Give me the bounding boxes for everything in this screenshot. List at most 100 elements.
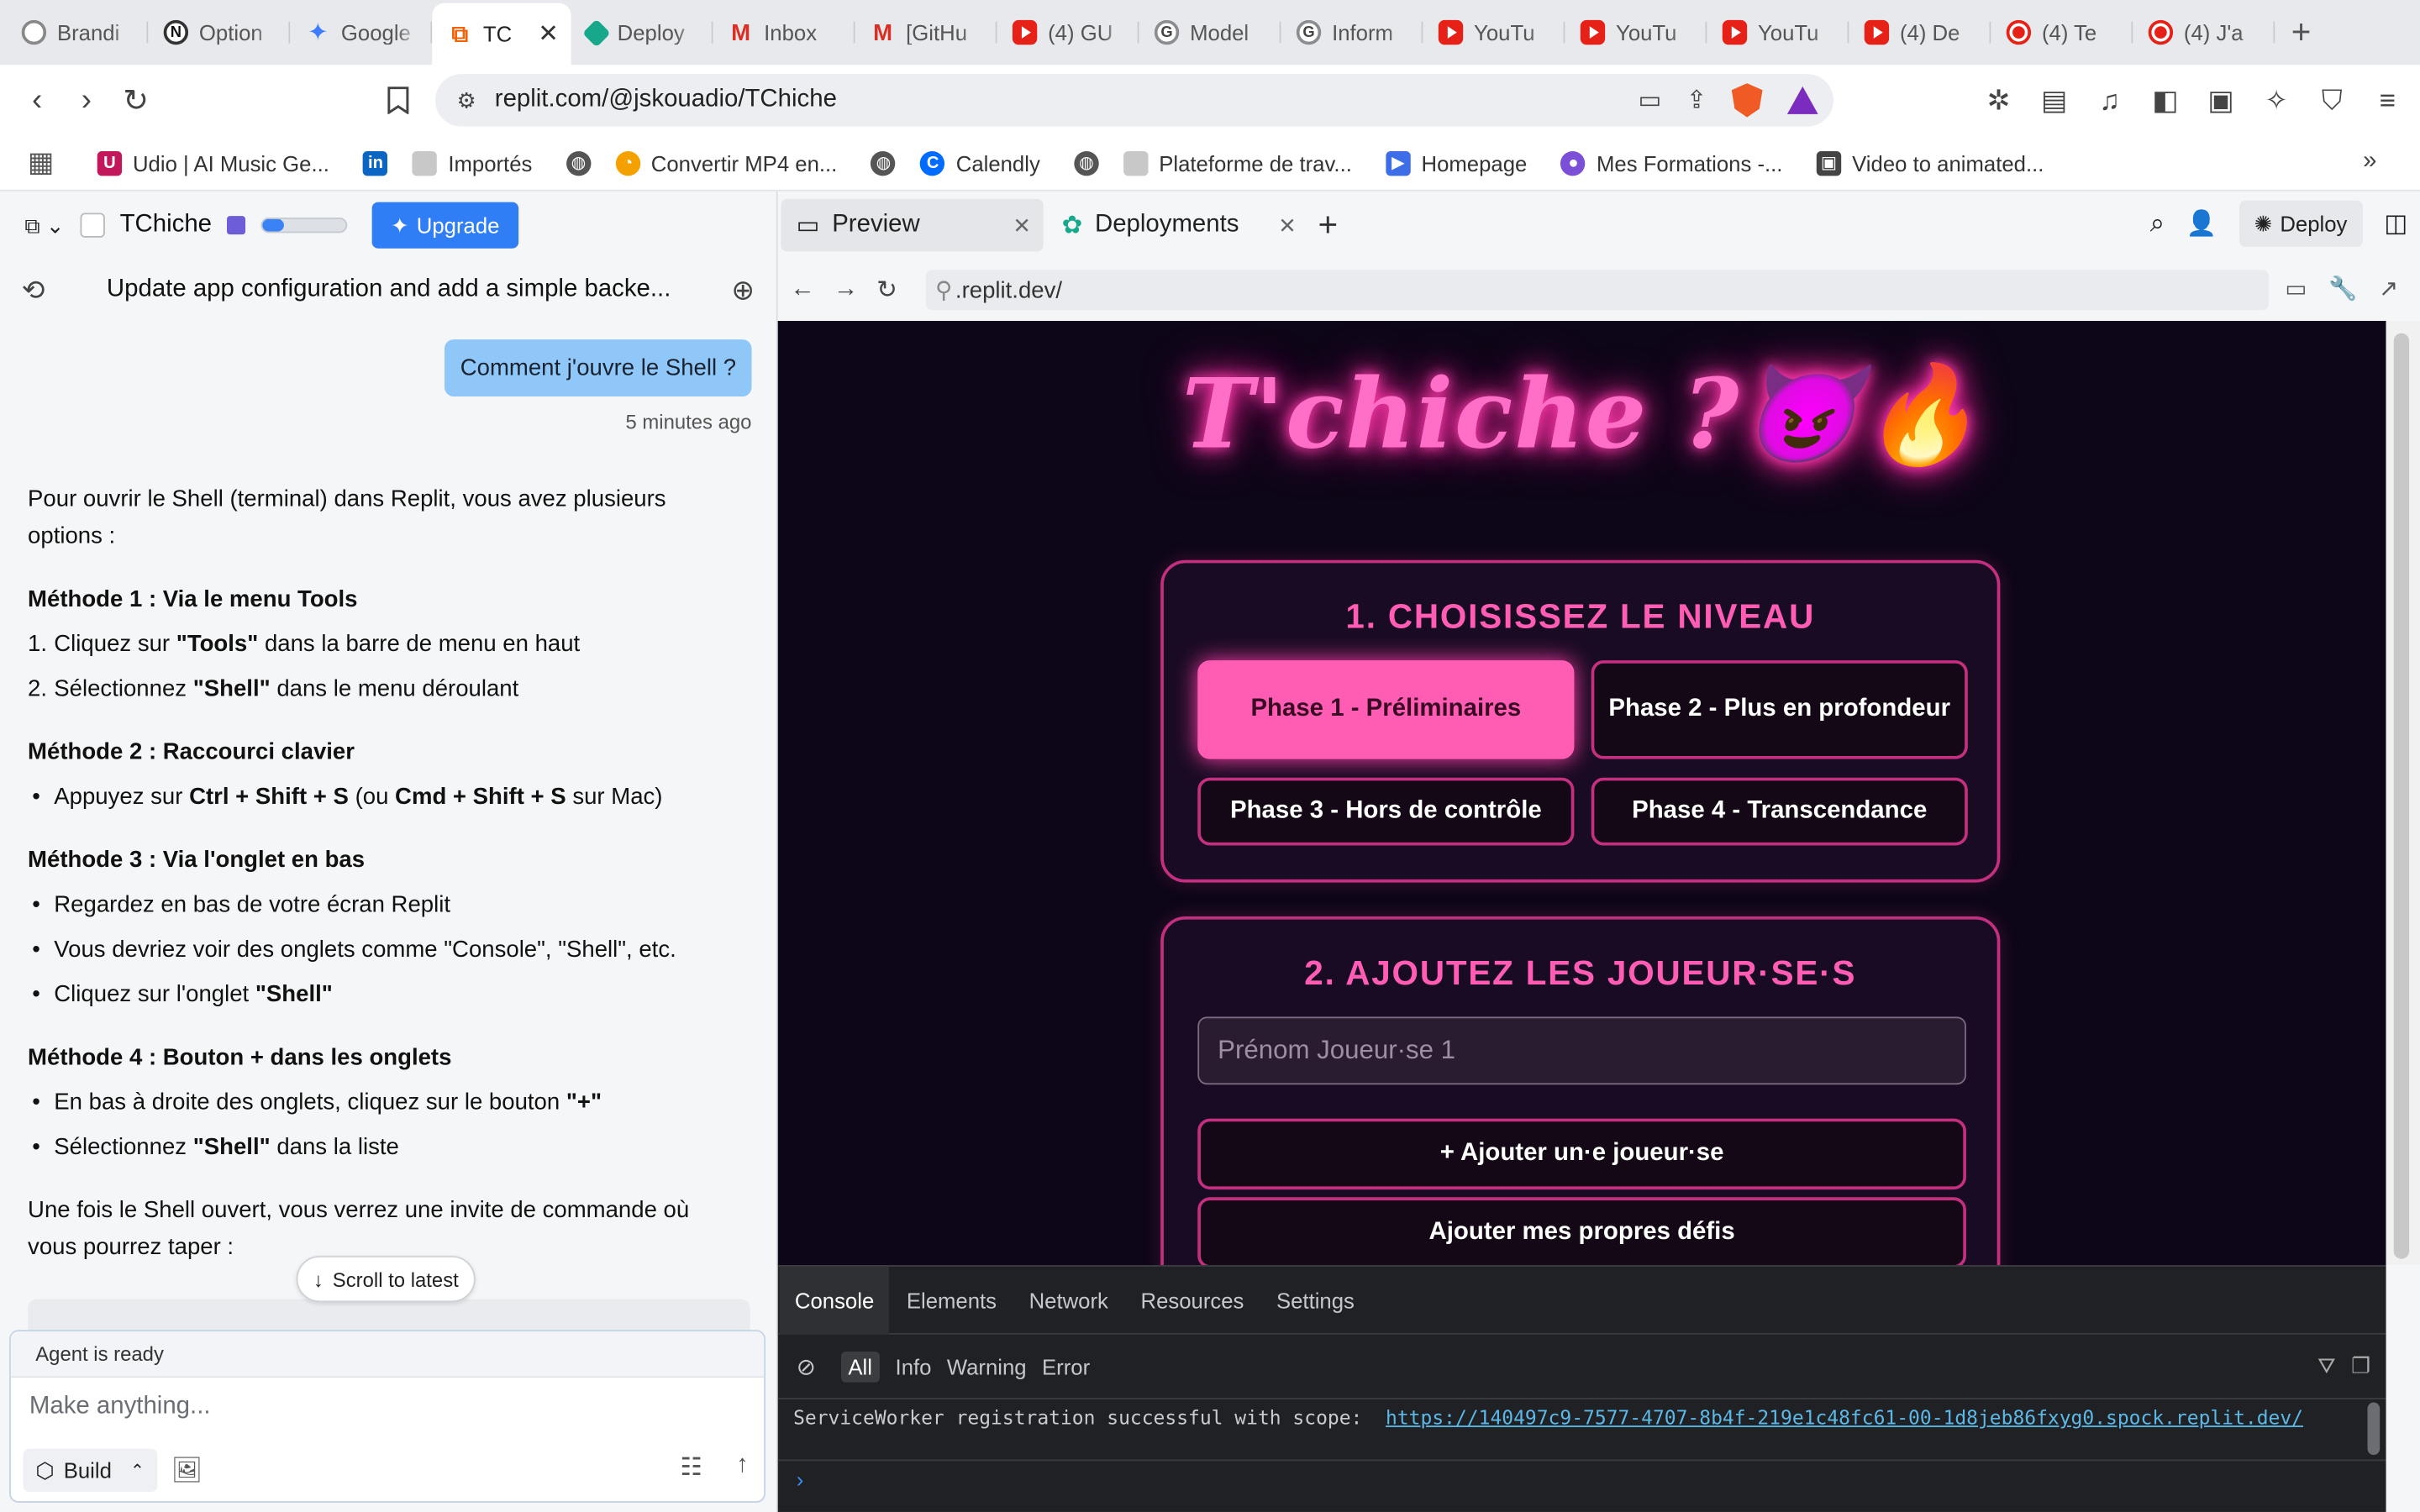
clear-console-icon[interactable]: ⊘ xyxy=(797,1352,816,1380)
tab-preview[interactable]: ▭ Preview ✕ xyxy=(781,198,1044,252)
history-icon[interactable]: ⟲ xyxy=(22,274,45,307)
bookmark-item[interactable]: ▶ Homepage xyxy=(1386,150,1527,176)
tab-resources[interactable]: Resources xyxy=(1125,1266,1260,1334)
reader-icon[interactable]: ▤ xyxy=(2037,84,2070,117)
preview-url[interactable]: ⚲ .replit.dev/ xyxy=(926,270,2269,311)
browser-tab[interactable]: (4) J'a xyxy=(2133,6,2275,58)
close-icon[interactable]: ✕ xyxy=(1278,213,1297,239)
filter-icon[interactable]: ⛛ xyxy=(2317,1353,2336,1379)
tab-network[interactable]: Network xyxy=(1013,1266,1123,1334)
build-mode-button[interactable]: ⬡ Build ⌃ xyxy=(23,1448,157,1493)
replit-menu-icon[interactable]: ⧉ ⌄ xyxy=(24,213,64,239)
site-settings-icon[interactable]: ⚙ xyxy=(457,87,476,113)
phase-2-button[interactable]: Phase 2 - Plus en profondeur xyxy=(1591,660,1968,759)
wrench-icon[interactable]: 🔧 xyxy=(2328,275,2357,302)
address-url[interactable]: replit.com/@jskouadio/TChiche xyxy=(495,87,837,114)
browser-tab-active[interactable]: ⧉ TC ✕ xyxy=(432,3,571,66)
invite-user-icon[interactable]: 👤 xyxy=(2186,208,2217,239)
filter-warning[interactable]: Warning xyxy=(947,1354,1027,1378)
send-arrow-icon[interactable]: ↑ xyxy=(736,1452,749,1483)
filter-info[interactable]: Info xyxy=(896,1354,932,1378)
browser-tab[interactable]: Brandi xyxy=(6,6,149,58)
new-tab-button[interactable]: + xyxy=(2275,6,2327,58)
search-icon[interactable]: ⌕ xyxy=(2150,208,2165,239)
wallet-icon[interactable]: ▣ xyxy=(2204,84,2238,117)
add-player-button[interactable]: + Ajouter un·e joueur·se xyxy=(1197,1118,1966,1190)
browser-tab[interactable]: YouTu xyxy=(1565,6,1707,58)
menu-icon[interactable]: ≡ xyxy=(2370,84,2404,117)
upgrade-button[interactable]: ✦ Upgrade xyxy=(372,202,518,249)
layout-icon[interactable]: ◫ xyxy=(2384,208,2407,239)
browser-tab[interactable]: (4) Te xyxy=(1991,6,2133,58)
browser-tab[interactable]: G Inform xyxy=(1281,6,1423,58)
add-challenges-button[interactable]: Ajouter mes propres défis xyxy=(1197,1197,1966,1266)
brave-shields-icon[interactable] xyxy=(1731,83,1763,118)
phase-1-button[interactable]: Phase 1 - Préliminaires xyxy=(1197,660,1575,759)
browser-tab[interactable]: M Inbox xyxy=(713,6,855,58)
bookmark-item[interactable]: ◍ xyxy=(871,150,897,176)
bookmark-item[interactable]: ▣ Video to animated... xyxy=(1816,150,2044,176)
scroll-to-latest-button[interactable]: ↓ Scroll to latest xyxy=(296,1256,476,1303)
phase-3-button[interactable]: Phase 3 - Hors de contrôle xyxy=(1197,777,1575,846)
browser-tab[interactable]: YouTu xyxy=(1423,6,1565,58)
back-icon[interactable]: ← xyxy=(790,276,814,304)
browser-tab[interactable]: N Option xyxy=(148,6,291,58)
browser-tab[interactable]: YouTu xyxy=(1707,6,1849,58)
copy-icon[interactable]: ❐ xyxy=(2351,1353,2370,1379)
more-bookmarks-icon[interactable]: » xyxy=(2363,148,2376,176)
bookmark-item[interactable]: ◍ xyxy=(1074,150,1099,176)
devices-icon[interactable]: ▭ xyxy=(2285,275,2307,302)
scope-link[interactable]: https://140497c9-7577-4707-8b4f-219e1c48… xyxy=(1386,1405,2303,1429)
browser-tab[interactable]: ✦ Google xyxy=(290,6,433,58)
settings-sliders-icon[interactable]: ☷ xyxy=(680,1452,702,1483)
forward-icon[interactable]: › xyxy=(61,76,111,125)
console-scrollbar[interactable] xyxy=(2367,1402,2381,1456)
image-upload-icon[interactable]: 🖼 xyxy=(171,1455,203,1486)
browser-tab[interactable]: Deploy xyxy=(571,6,713,58)
address-bar[interactable]: ⚙ replit.com/@jskouadio/TChiche ▭ ⇪ xyxy=(434,74,1833,127)
player-name-input[interactable] xyxy=(1197,1016,1966,1085)
new-chat-icon[interactable]: ⊕ xyxy=(731,275,755,307)
close-icon[interactable]: ✕ xyxy=(1013,213,1031,239)
tab-console[interactable]: Console xyxy=(779,1266,890,1334)
brave-rewards-icon[interactable] xyxy=(1786,86,1818,114)
vpn-icon[interactable]: ⛉ xyxy=(2315,84,2349,117)
close-icon[interactable]: ✕ xyxy=(538,18,559,50)
bookmark-item[interactable]: ◔ Convertir MP4 en... xyxy=(615,150,837,176)
project-name[interactable]: TChiche xyxy=(120,212,212,239)
phase-4-button[interactable]: Phase 4 - Transcendance xyxy=(1591,777,1968,846)
bookmark-item[interactable]: in xyxy=(363,150,388,176)
console-prompt[interactable]: › xyxy=(778,1461,2386,1498)
bookmark-item[interactable]: U Udio | AI Music Ge... xyxy=(97,150,329,176)
preview-scrollbar[interactable] xyxy=(2386,321,2420,1266)
sidebar-icon[interactable]: ◧ xyxy=(2149,84,2182,117)
prompt-input[interactable] xyxy=(29,1393,647,1421)
browser-tab[interactable]: (4) De xyxy=(1849,6,1991,58)
bookmark-folder[interactable]: Importés xyxy=(413,150,532,176)
tab-elements[interactable]: Elements xyxy=(891,1266,1012,1334)
filter-error[interactable]: Error xyxy=(1042,1354,1090,1378)
reload-icon[interactable]: ↻ xyxy=(876,275,897,306)
bookmark-folder[interactable]: Plateforme de trav... xyxy=(1123,150,1352,176)
extensions-icon[interactable]: ✲ xyxy=(1981,84,2015,117)
cast-icon[interactable]: ▭ xyxy=(1639,85,1662,116)
browser-tab[interactable]: G Model xyxy=(1139,6,1281,58)
bookmark-item[interactable]: ◍ xyxy=(566,150,592,176)
forward-icon[interactable]: → xyxy=(834,276,858,304)
bookmark-item[interactable]: C Calendly xyxy=(920,150,1040,176)
tab-settings[interactable]: Settings xyxy=(1261,1266,1370,1334)
media-icon[interactable]: ♫ xyxy=(2093,84,2127,117)
tab-deployments[interactable]: ✿ Deployments ✕ xyxy=(1046,199,1308,251)
chat-messages[interactable]: Comment j'ouvre le Shell ? 5 minutes ago… xyxy=(0,321,776,1324)
open-external-icon[interactable]: ↗ xyxy=(2379,275,2398,302)
scrollbar-thumb[interactable] xyxy=(2393,333,2410,1259)
back-icon[interactable]: ‹ xyxy=(13,76,62,125)
share-icon[interactable]: ⇪ xyxy=(1686,85,1707,116)
add-tab-icon[interactable]: + xyxy=(1318,205,1339,245)
bookmark-item[interactable]: ● Mes Formations -... xyxy=(1560,150,1782,176)
bookmark-icon[interactable] xyxy=(373,76,423,125)
filter-all[interactable]: All xyxy=(840,1351,881,1382)
browser-tab[interactable]: (4) GU xyxy=(997,6,1139,58)
browser-tab[interactable]: M [GitHu xyxy=(855,6,997,58)
deploy-button[interactable]: ✺ Deploy xyxy=(2238,200,2363,247)
